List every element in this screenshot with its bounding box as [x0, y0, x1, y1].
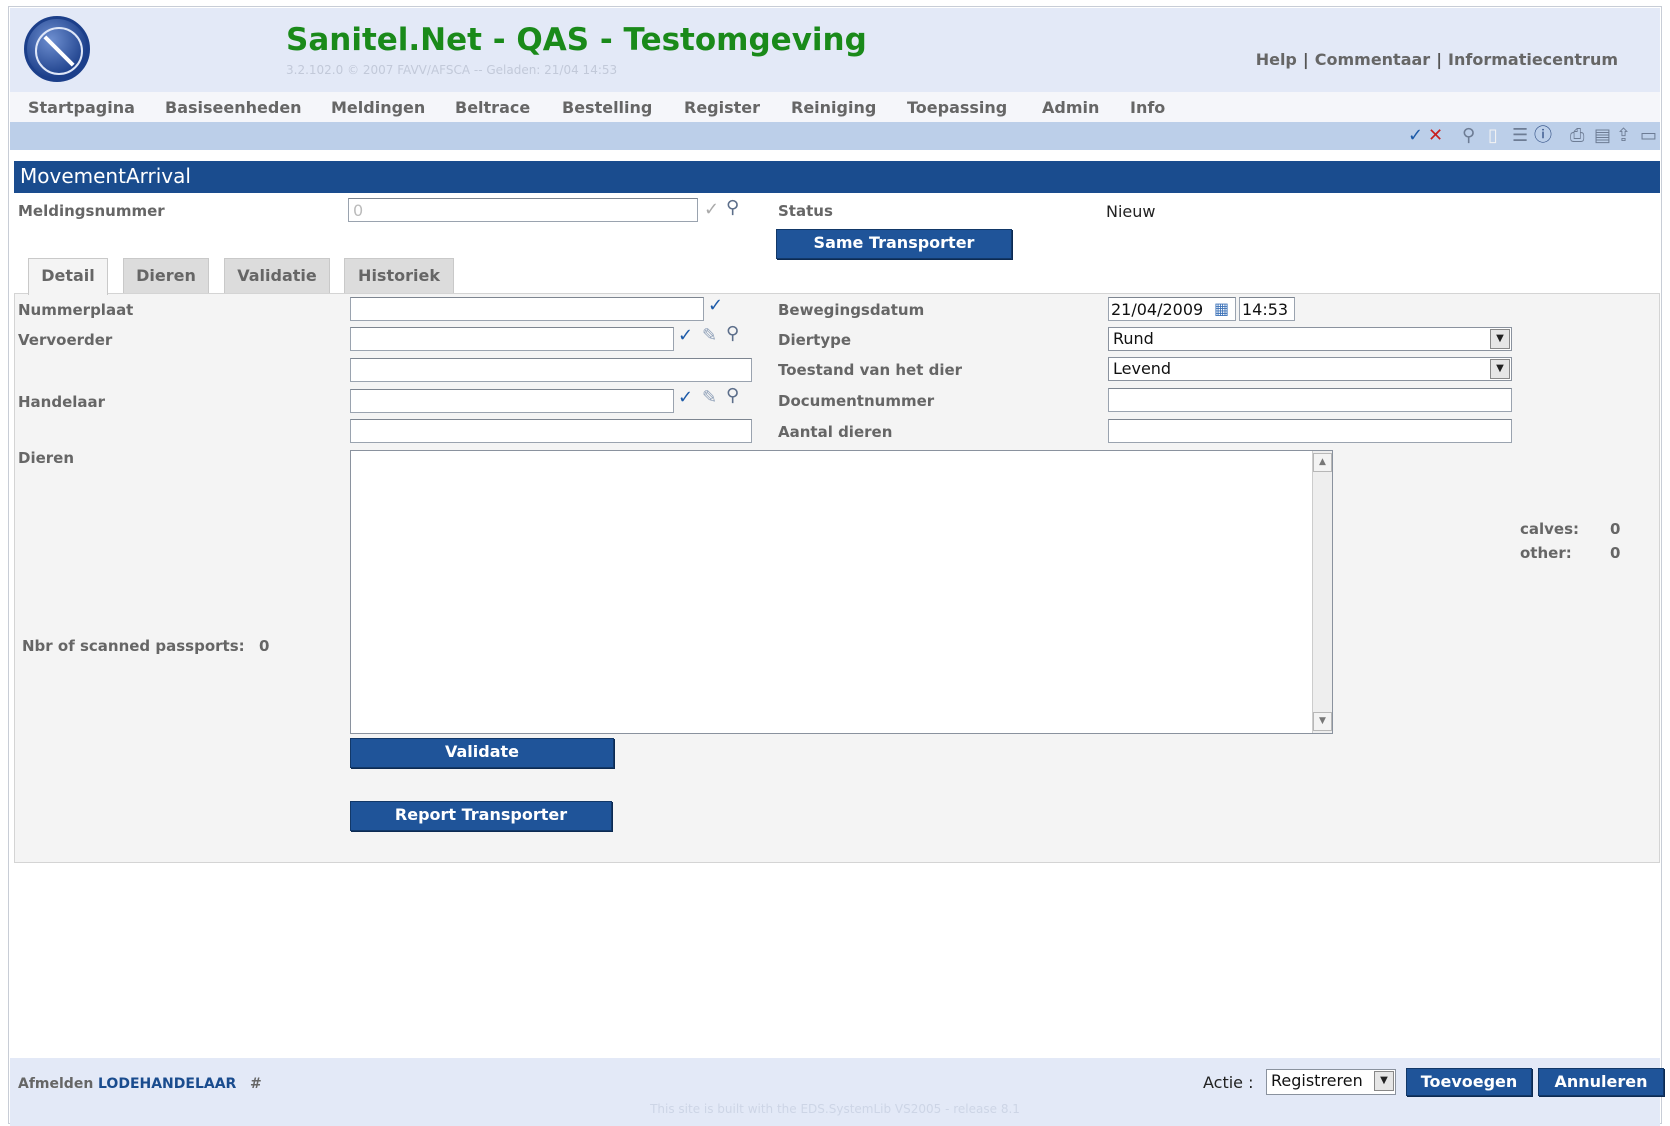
- search-icon[interactable]: ⚲: [726, 198, 739, 218]
- note-icon[interactable]: ✎: [702, 326, 717, 346]
- handelaar-name-input[interactable]: [350, 419, 752, 443]
- meldingsnummer-label: Meldingsnummer: [18, 202, 165, 220]
- toestand-label: Toestand van het dier: [778, 361, 963, 379]
- aantal-dieren-input[interactable]: [1108, 419, 1512, 443]
- dieren-label: Dieren: [18, 449, 75, 467]
- aantal-dieren-label: Aantal dieren: [778, 423, 893, 441]
- built-with-text: This site is built with the EDS.SystemLi…: [650, 1102, 1020, 1116]
- time-input[interactable]: 14:53: [1239, 297, 1295, 321]
- tab-validatie[interactable]: Validatie: [224, 258, 330, 294]
- list-icon[interactable]: ☰: [1512, 126, 1528, 146]
- hash-link[interactable]: #: [250, 1076, 262, 1092]
- actie-label: Actie :: [1203, 1073, 1254, 1092]
- vervoerder-label: Vervoerder: [18, 331, 113, 349]
- calves-value: 0: [1610, 520, 1621, 538]
- footer: Afmelden LODEHANDELAAR # Actie : Registr…: [10, 1058, 1664, 1126]
- app-version: 3.2.102.0 © 2007 FAVV/AFSCA -- Geladen: …: [286, 63, 618, 77]
- documentnummer-input[interactable]: [1108, 388, 1512, 412]
- same-transporter-button[interactable]: Same Transporter: [776, 229, 1012, 259]
- actie-select[interactable]: Registreren ▼: [1266, 1069, 1396, 1095]
- sanitel-logo-icon[interactable]: [24, 16, 90, 82]
- other-label: other:: [1520, 544, 1572, 562]
- report-transporter-button[interactable]: Report Transporter: [350, 801, 612, 831]
- vervoerder-input[interactable]: [350, 327, 674, 351]
- vervoerder-name-input[interactable]: [350, 358, 752, 382]
- nummerplaat-label: Nummerplaat: [18, 301, 134, 319]
- documentnummer-label: Documentnummer: [778, 392, 935, 410]
- check-icon[interactable]: ✓: [708, 296, 723, 316]
- scanned-passports-value: 0: [259, 637, 270, 655]
- diertype-select[interactable]: Rund ▼: [1108, 327, 1512, 351]
- search-icon[interactable]: ⚲: [726, 386, 739, 406]
- informatiecentrum-link[interactable]: Informatiecentrum: [1448, 50, 1618, 69]
- menu-meldingen[interactable]: Meldingen: [331, 98, 425, 117]
- scanned-passports-label: Nbr of scanned passports:: [22, 637, 245, 655]
- new-document-icon[interactable]: ▯: [1488, 126, 1498, 146]
- actie-value: Registreren: [1271, 1071, 1363, 1090]
- chevron-down-icon[interactable]: ▼: [1374, 1071, 1394, 1091]
- search-icon[interactable]: ⚲: [1462, 126, 1475, 146]
- app-title: Sanitel.Net - QAS - Testomgeving: [286, 22, 867, 58]
- print-icon[interactable]: ⎙: [1570, 126, 1584, 146]
- handelaar-input[interactable]: [350, 389, 674, 413]
- menu-admin[interactable]: Admin: [1042, 98, 1099, 117]
- menu-basiseenheden[interactable]: Basiseenheden: [165, 98, 302, 117]
- other-value: 0: [1610, 544, 1621, 562]
- menu-toepassing[interactable]: Toepassing: [907, 98, 1007, 117]
- header-links: Help | Commentaar | Informatiecentrum: [1255, 50, 1618, 69]
- tab-historiek[interactable]: Historiek: [344, 258, 454, 294]
- validate-button[interactable]: Validate: [350, 738, 614, 768]
- info-icon[interactable]: ⓘ: [1534, 126, 1552, 146]
- check-icon[interactable]: ✓: [704, 200, 719, 220]
- scroll-down-icon[interactable]: ▼: [1313, 712, 1332, 731]
- menu-startpagina[interactable]: Startpagina: [28, 98, 135, 117]
- textarea-scrollbar[interactable]: ▲ ▼: [1312, 451, 1332, 733]
- main-menu: Startpagina Basiseenheden Meldingen Belt…: [10, 92, 1660, 122]
- delete-icon[interactable]: ✕: [1428, 126, 1443, 146]
- tab-detail[interactable]: Detail: [28, 258, 108, 295]
- meldingsnummer-input[interactable]: 0: [348, 198, 698, 222]
- check-icon[interactable]: ✓: [678, 388, 693, 408]
- dieren-textarea[interactable]: ▲ ▼: [350, 450, 1333, 734]
- menu-info[interactable]: Info: [1130, 98, 1165, 117]
- nummerplaat-input[interactable]: [350, 297, 704, 321]
- calendar-icon[interactable]: ▦: [1214, 299, 1229, 319]
- chevron-down-icon[interactable]: ▼: [1490, 359, 1510, 379]
- save-icon[interactable]: ▤: [1594, 126, 1611, 146]
- check-icon[interactable]: ✓: [678, 326, 693, 346]
- diertype-value: Rund: [1113, 329, 1154, 348]
- note-icon[interactable]: ✎: [702, 388, 717, 408]
- search-icon[interactable]: ⚲: [726, 324, 739, 344]
- status-value: Nieuw: [1106, 202, 1156, 221]
- check-icon[interactable]: ✓: [1408, 126, 1423, 146]
- panel-title: MovementArrival: [14, 161, 1660, 193]
- commentaar-link[interactable]: Commentaar: [1315, 50, 1430, 69]
- menu-register[interactable]: Register: [684, 98, 760, 117]
- toestand-value: Levend: [1113, 359, 1172, 378]
- header: Sanitel.Net - QAS - Testomgeving 3.2.102…: [10, 8, 1660, 92]
- user-name[interactable]: LODEHANDELAAR: [98, 1076, 236, 1092]
- menu-beltrace[interactable]: Beltrace: [455, 98, 530, 117]
- calves-label: calves:: [1520, 520, 1580, 538]
- toestand-select[interactable]: Levend ▼: [1108, 357, 1512, 381]
- help-link[interactable]: Help: [1256, 50, 1297, 69]
- handelaar-label: Handelaar: [18, 393, 106, 411]
- card-icon[interactable]: ▭: [1640, 126, 1657, 146]
- menu-bestelling[interactable]: Bestelling: [562, 98, 652, 117]
- menu-reiniging[interactable]: Reiniging: [791, 98, 876, 117]
- status-label: Status: [778, 202, 833, 220]
- chevron-down-icon[interactable]: ▼: [1490, 329, 1510, 349]
- add-button[interactable]: Toevoegen: [1406, 1068, 1532, 1096]
- logout-link[interactable]: Afmelden: [18, 1076, 93, 1092]
- tab-dieren[interactable]: Dieren: [123, 258, 209, 294]
- diertype-label: Diertype: [778, 331, 852, 349]
- export-icon[interactable]: ⇪: [1616, 126, 1631, 146]
- scroll-up-icon[interactable]: ▲: [1313, 453, 1332, 472]
- toolbar: ✓ ✕ ⚲ ▯ ☰ ⓘ ⎙ ▤ ⇪ ▭: [10, 122, 1660, 150]
- bewegingsdatum-label: Bewegingsdatum: [778, 301, 925, 319]
- cancel-button[interactable]: Annuleren: [1538, 1068, 1664, 1096]
